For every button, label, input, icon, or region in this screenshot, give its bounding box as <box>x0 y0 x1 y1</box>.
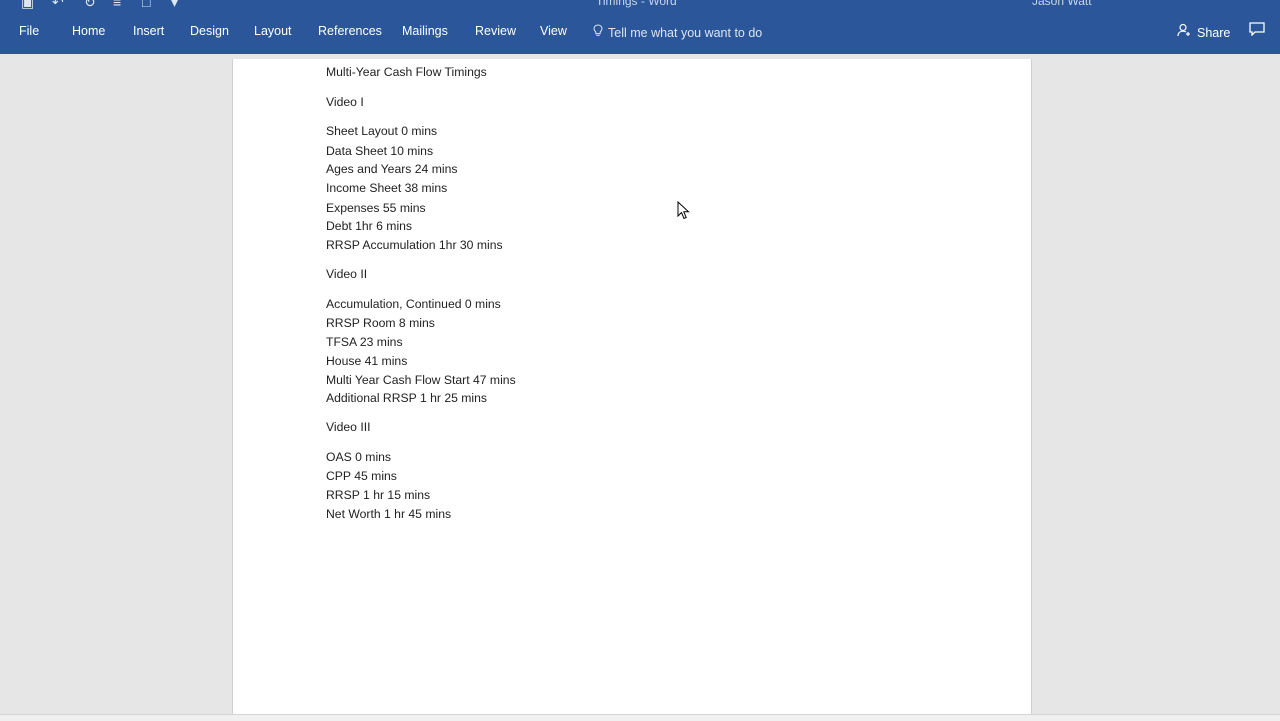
user-name[interactable]: Jason Watt <box>1032 0 1092 8</box>
customize-qat-icon[interactable]: ▾ <box>171 0 178 10</box>
timing-line: CPP 45 mins <box>326 469 397 483</box>
timing-line: Income Sheet 38 mins <box>326 181 448 195</box>
share-label: Share <box>1197 26 1231 40</box>
timing-line: Multi Year Cash Flow Start 47 mins <box>326 373 516 387</box>
tab-view[interactable]: View <box>540 24 567 38</box>
tab-file[interactable]: File <box>19 24 39 38</box>
comment-qat-icon[interactable]: □ <box>142 0 150 10</box>
comments-icon[interactable] <box>1249 22 1265 36</box>
timing-line: Additional RRSP 1 hr 25 mins <box>326 391 488 405</box>
document-title: Multi-Year Cash Flow Timings <box>326 65 487 79</box>
section-heading: Video I <box>326 95 364 109</box>
tab-design[interactable]: Design <box>190 24 229 38</box>
redo-icon[interactable]: ↻ <box>84 0 96 10</box>
ribbon: ▣ ↶ ↻ ≡ □ ▾ Timings - Word Jason Watt Fi… <box>0 0 1280 54</box>
tab-references[interactable]: References <box>318 24 382 38</box>
timing-line: Ages and Years 24 mins <box>326 162 458 176</box>
tab-home[interactable]: Home <box>72 24 105 38</box>
section-heading: Video III <box>326 420 371 434</box>
tab-insert[interactable]: Insert <box>133 24 164 38</box>
timing-line: RRSP Accumulation 1hr 30 mins <box>326 238 503 252</box>
person-icon <box>1177 23 1190 37</box>
tell-me-search[interactable]: Tell me what you want to do <box>593 24 762 40</box>
timing-line: TFSA 23 mins <box>326 335 403 349</box>
window-title: Timings - Word <box>596 0 677 8</box>
tab-mailings[interactable]: Mailings <box>402 24 448 38</box>
lightbulb-icon <box>593 24 603 36</box>
timing-line: Debt 1hr 6 mins <box>326 219 413 233</box>
list-icon[interactable]: ≡ <box>113 0 121 10</box>
tell-me-label: Tell me what you want to do <box>608 26 763 40</box>
save-icon[interactable]: ▣ <box>21 0 34 10</box>
timing-line: Accumulation, Continued 0 mins <box>326 297 501 311</box>
timing-line: Data Sheet 10 mins <box>326 144 434 158</box>
timing-line: House 41 mins <box>326 354 408 368</box>
timing-line: RRSP 1 hr 15 mins <box>326 488 431 502</box>
mouse-pointer-icon <box>677 201 690 220</box>
tab-layout[interactable]: Layout <box>254 24 292 38</box>
share-button[interactable]: Share <box>1177 23 1230 40</box>
timing-line: Expenses 55 mins <box>326 201 426 215</box>
timing-line: Sheet Layout 0 mins <box>326 124 438 138</box>
timing-line: Net Worth 1 hr 45 mins <box>326 507 452 521</box>
title-bar: ▣ ↶ ↻ ≡ □ ▾ Timings - Word Jason Watt <box>0 0 1280 10</box>
tab-review[interactable]: Review <box>475 24 516 38</box>
undo-icon[interactable]: ↶ <box>52 0 64 10</box>
document-page[interactable]: Multi-Year Cash Flow Timings Video I She… <box>232 59 1032 720</box>
section-heading: Video II <box>326 267 368 281</box>
timing-line: OAS 0 mins <box>326 450 392 464</box>
timing-line: RRSP Room 8 mins <box>326 316 435 330</box>
